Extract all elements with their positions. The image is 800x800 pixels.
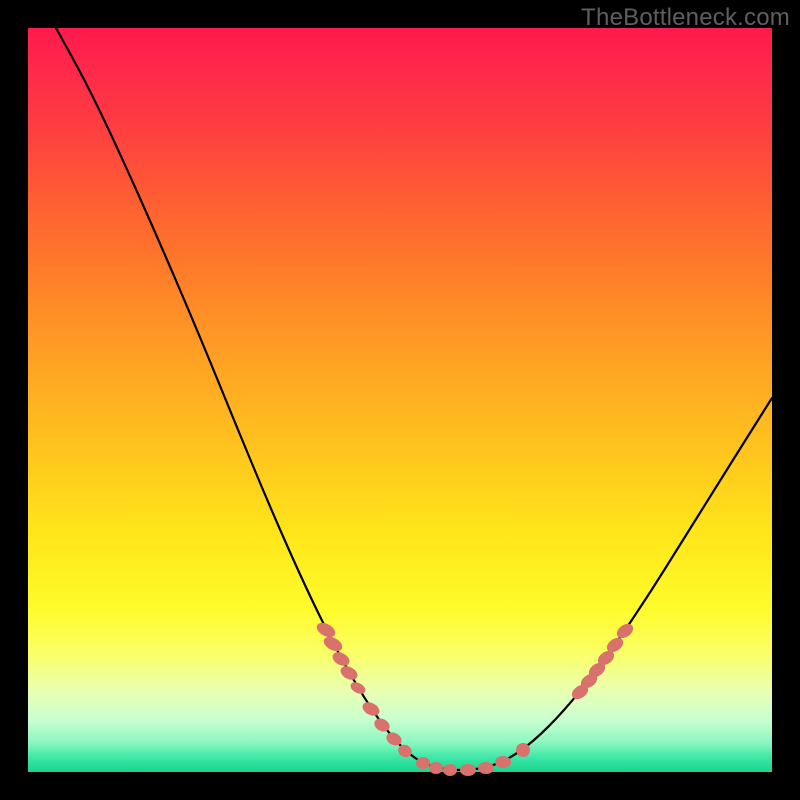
bead — [429, 762, 443, 774]
bead — [443, 764, 457, 776]
curve-svg — [28, 28, 772, 772]
bead — [338, 663, 360, 682]
bottleneck-curve — [56, 28, 772, 770]
bead — [314, 620, 337, 640]
bead — [349, 680, 368, 696]
bead — [360, 699, 382, 718]
bead — [516, 743, 530, 757]
bead — [416, 757, 430, 769]
bead — [478, 762, 494, 774]
bead — [495, 756, 511, 768]
bead-group-right — [569, 621, 636, 702]
bead — [460, 764, 476, 776]
chart-frame: TheBottleneck.com — [0, 0, 800, 800]
bead-group-bottom — [416, 743, 530, 776]
bead — [321, 634, 344, 654]
bead-group-left — [314, 620, 414, 760]
plot-area — [28, 28, 772, 772]
bead — [330, 649, 352, 668]
